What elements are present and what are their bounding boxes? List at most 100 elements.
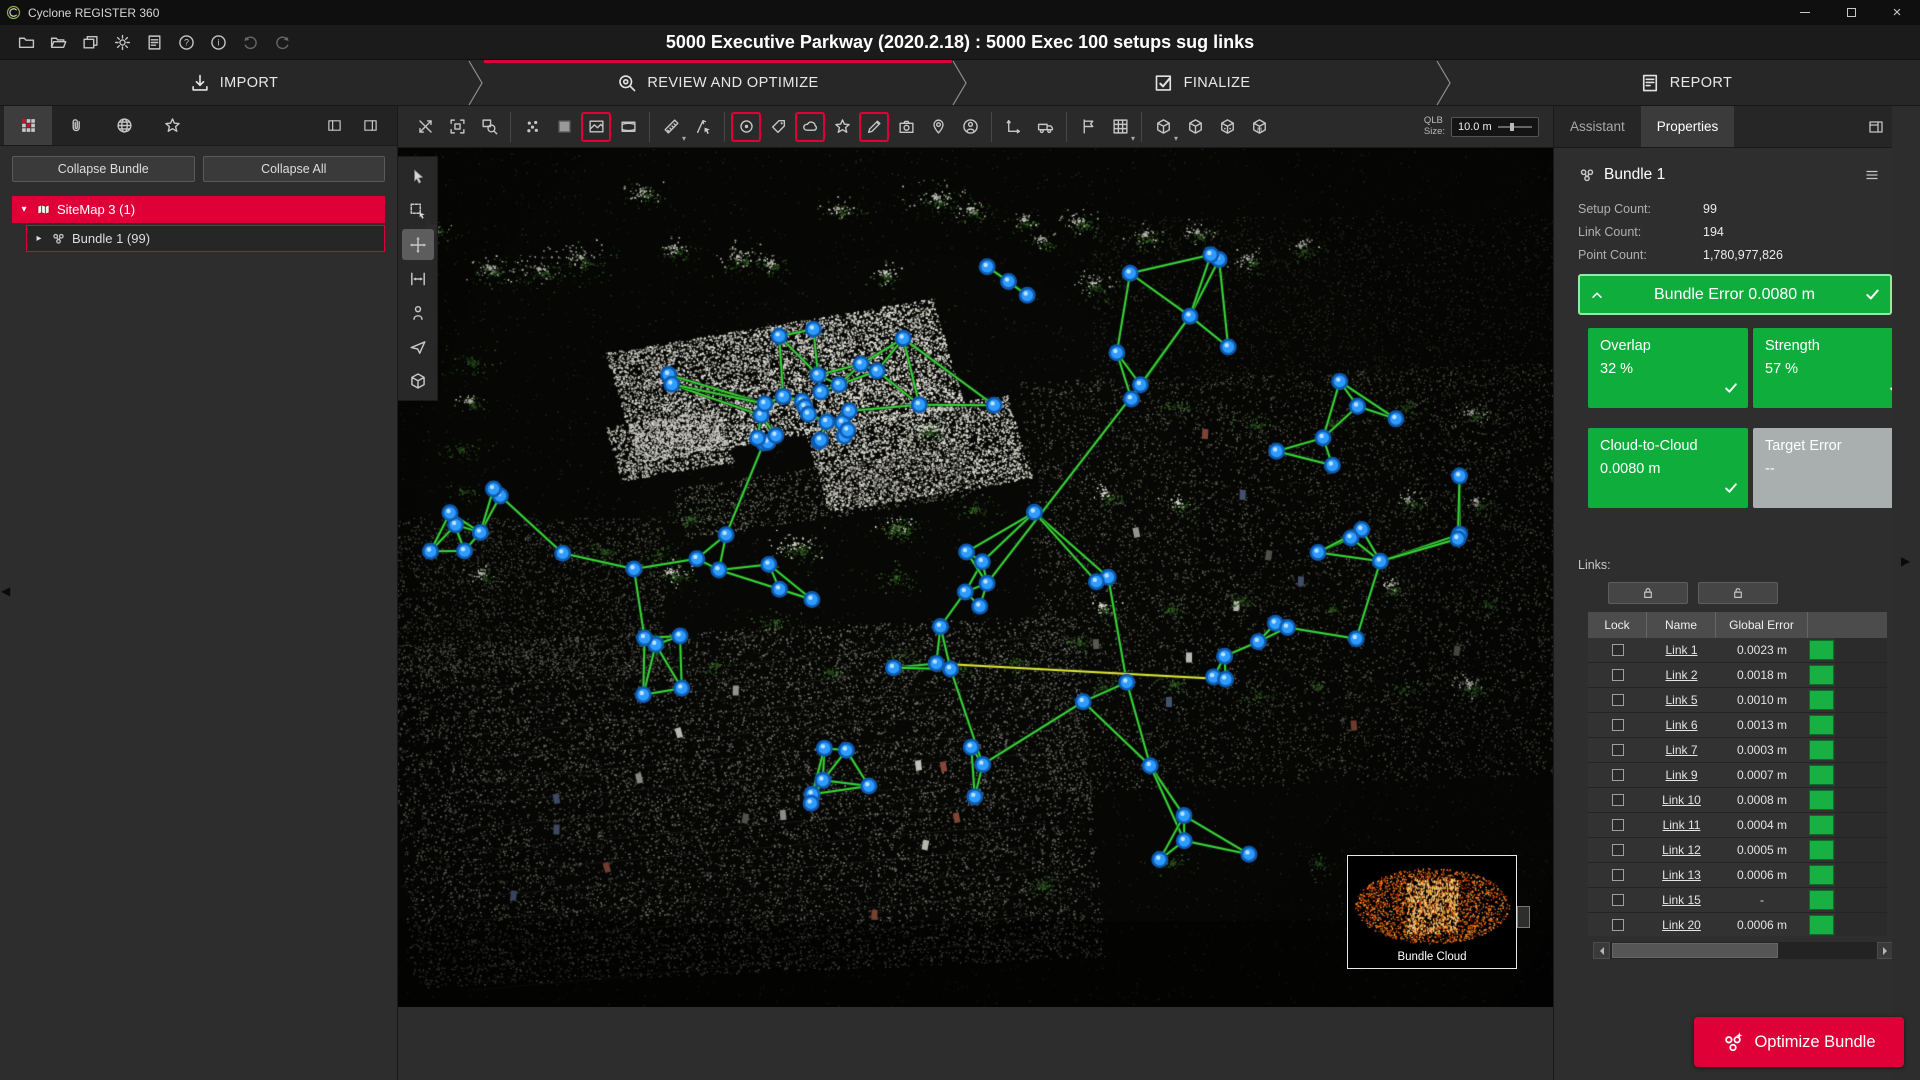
collapse-all-button[interactable]: Collapse All	[203, 156, 386, 182]
geotag-button[interactable]	[923, 112, 953, 142]
select-box-button[interactable]	[402, 195, 434, 226]
column-header[interactable]: Name	[1647, 612, 1716, 638]
qlb-slider-track[interactable]	[1498, 126, 1532, 128]
link-row[interactable]: Link 60.0013 m	[1588, 713, 1887, 738]
column-header[interactable]: Lock	[1588, 612, 1647, 638]
lock-checkbox[interactable]	[1612, 844, 1624, 856]
collapse-left-panel-handle[interactable]: ◀	[1, 584, 10, 598]
horizontal-scrollbar[interactable]	[1593, 942, 1892, 959]
panel-right-button[interactable]	[355, 111, 385, 141]
pano-view-button[interactable]	[613, 112, 643, 142]
lock-checkbox[interactable]	[1612, 919, 1624, 931]
lock-button[interactable]	[1608, 582, 1688, 604]
setup-marker-button[interactable]	[731, 112, 761, 142]
lock-checkbox[interactable]	[1612, 669, 1624, 681]
link-name[interactable]: Link 9	[1647, 768, 1716, 782]
cube-grid-button[interactable]	[1212, 112, 1242, 142]
link-name[interactable]: Link 5	[1647, 693, 1716, 707]
tree-item[interactable]: ▸Bundle 1 (99)	[26, 225, 385, 252]
column-header[interactable]: Global Error	[1716, 612, 1808, 638]
flag-button[interactable]	[1073, 112, 1103, 142]
panel-layout-button[interactable]	[1868, 119, 1884, 135]
cloud-link-button[interactable]	[795, 112, 825, 142]
cube-view-button[interactable]: ▾	[1148, 112, 1178, 142]
redo-button[interactable]	[266, 27, 298, 57]
vehicle-button[interactable]	[1030, 112, 1060, 142]
panel-tab-assistant[interactable]: Assistant	[1554, 106, 1641, 147]
link-row[interactable]: Link 100.0008 m	[1588, 788, 1887, 813]
undo-button[interactable]	[234, 27, 266, 57]
lock-checkbox[interactable]	[1612, 794, 1624, 806]
collapse-bundle-button[interactable]: Collapse Bundle	[12, 156, 195, 182]
left-tab-paperclip[interactable]	[52, 106, 100, 145]
qlb-slider-thumb[interactable]	[1510, 123, 1514, 131]
cube-button[interactable]	[402, 365, 434, 396]
zoom-window-button[interactable]	[474, 112, 504, 142]
lock-checkbox[interactable]	[1612, 719, 1624, 731]
scroll-right-button[interactable]	[1877, 942, 1892, 959]
link-name[interactable]: Link 7	[1647, 743, 1716, 757]
lock-checkbox[interactable]	[1612, 894, 1624, 906]
fly-button[interactable]	[402, 331, 434, 362]
collapse-right-panel-handle[interactable]: ▶	[1901, 554, 1910, 568]
cube-outline-button[interactable]	[1180, 112, 1210, 142]
plane-button[interactable]	[549, 112, 579, 142]
link-row[interactable]: Link 200.0006 m	[1588, 913, 1887, 936]
open-folder-button[interactable]	[10, 27, 42, 57]
link-row[interactable]: Link 110.0004 m	[1588, 813, 1887, 838]
scrollbar-track[interactable]	[1610, 942, 1877, 959]
map-view-button[interactable]	[581, 112, 611, 142]
lock-checkbox[interactable]	[1612, 744, 1624, 756]
optimize-bundle-button[interactable]: Optimize Bundle	[1694, 1017, 1904, 1067]
fit-width-button[interactable]	[402, 263, 434, 294]
settings-gear-button[interactable]	[106, 27, 138, 57]
pan-button[interactable]	[402, 229, 434, 260]
navigate-button[interactable]	[410, 112, 440, 142]
link-name[interactable]: Link 1	[1647, 643, 1716, 657]
link-row[interactable]: Link 70.0003 m	[1588, 738, 1887, 763]
person-view-button[interactable]	[402, 297, 434, 328]
link-row[interactable]: Link 15-	[1588, 888, 1887, 913]
link-name[interactable]: Link 15	[1647, 893, 1716, 907]
layers-button[interactable]	[74, 27, 106, 57]
measure-button[interactable]: ▾	[656, 112, 686, 142]
maximize-button[interactable]	[1828, 0, 1874, 25]
expander-icon[interactable]: ▸	[33, 233, 45, 244]
link-row[interactable]: Link 50.0010 m	[1588, 688, 1887, 713]
select-cursor-button[interactable]	[402, 161, 434, 192]
lock-checkbox[interactable]	[1612, 769, 1624, 781]
link-name[interactable]: Link 13	[1647, 868, 1716, 882]
metric-tile-cloud-to-cloud[interactable]: Cloud-to-Cloud0.0080 m	[1588, 428, 1748, 508]
measure-pick-button[interactable]	[688, 112, 718, 142]
tag-button[interactable]	[763, 112, 793, 142]
link-row[interactable]: Link 20.0018 m	[1588, 663, 1887, 688]
link-name[interactable]: Link 10	[1647, 793, 1716, 807]
link-row[interactable]: Link 130.0006 m	[1588, 863, 1887, 888]
minimize-button[interactable]	[1782, 0, 1828, 25]
annotate-button[interactable]	[859, 112, 889, 142]
cube-m-button[interactable]: M	[1244, 112, 1274, 142]
expander-icon[interactable]: ▾	[18, 204, 30, 215]
lock-checkbox[interactable]	[1612, 869, 1624, 881]
bundle-cloud-thumbnail[interactable]: Bundle Cloud	[1347, 855, 1517, 969]
snapshot-button[interactable]	[891, 112, 921, 142]
grid-button[interactable]: ▾	[1105, 112, 1135, 142]
close-button[interactable]: ×	[1874, 0, 1920, 25]
qlb-size-control[interactable]: QLB Size: 10.0 m	[1424, 116, 1547, 137]
fit-view-button[interactable]	[442, 112, 472, 142]
workflow-tab-finalize[interactable]: FINALIZE	[968, 60, 1436, 105]
pano-person-button[interactable]	[955, 112, 985, 142]
workflow-tab-report[interactable]: REPORT	[1452, 60, 1920, 105]
info-button[interactable]: i	[202, 27, 234, 57]
workflow-tab-import[interactable]: IMPORT	[0, 60, 468, 105]
panel-tab-properties[interactable]: Properties	[1641, 106, 1735, 147]
left-tab-globe[interactable]	[100, 106, 148, 145]
bundle-cloud-canvas[interactable]	[1348, 856, 1516, 946]
left-tab-star[interactable]	[148, 106, 196, 145]
link-name[interactable]: Link 12	[1647, 843, 1716, 857]
link-row[interactable]: Link 90.0007 m	[1588, 763, 1887, 788]
lock-checkbox[interactable]	[1612, 644, 1624, 656]
scroll-left-button[interactable]	[1593, 942, 1610, 959]
help-button[interactable]: ?	[170, 27, 202, 57]
tree-item[interactable]: ▾SiteMap 3 (1)	[12, 196, 385, 223]
